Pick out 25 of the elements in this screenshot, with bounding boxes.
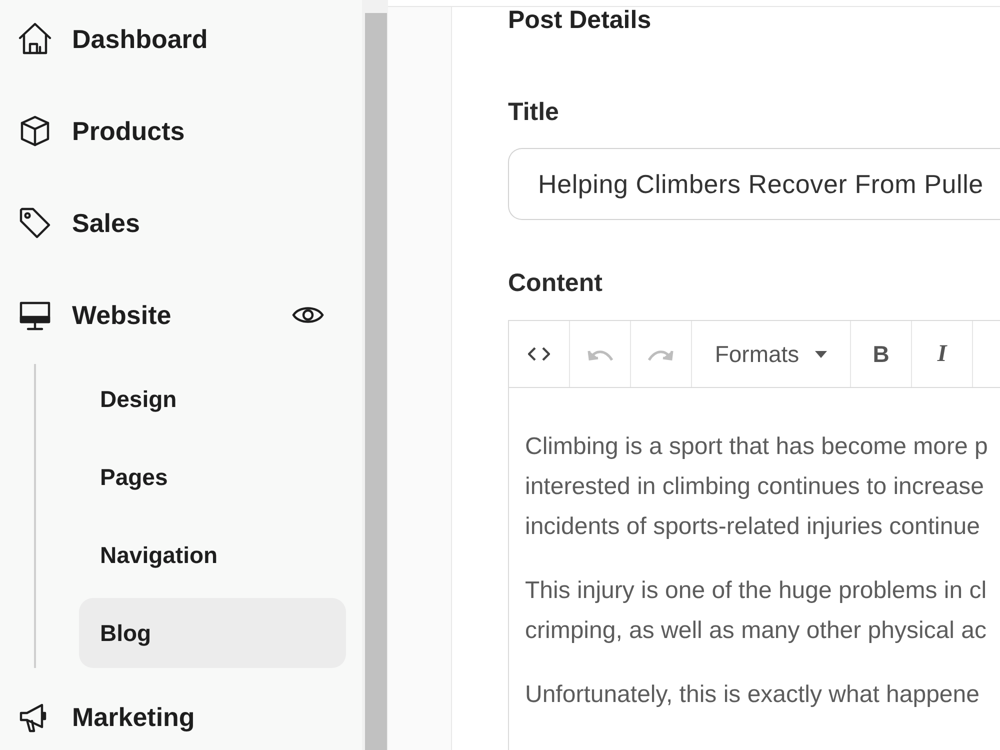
caret-icon — [815, 350, 828, 358]
code-icon — [528, 346, 550, 362]
field-label: Title — [508, 97, 559, 127]
scrollbar-thumb[interactable] — [365, 13, 387, 750]
sidebar-item[interactable]: Products — [18, 106, 185, 156]
home-icon — [18, 22, 52, 56]
tag-icon — [18, 206, 52, 240]
editor-paragraph: This injury is one of the huge problems in cl crimping, as well as many other physical ac — [525, 576, 987, 646]
scrollbar[interactable] — [362, 0, 388, 750]
editor-paragraph: Unfortunately, this is exactly what happene — [525, 680, 980, 710]
field-label: Content — [508, 268, 602, 298]
sidebar-item[interactable]: Sales — [18, 198, 140, 248]
sidebar-subitem[interactable]: Blog — [79, 598, 346, 668]
sidebar-item[interactable]: Dashboard — [18, 14, 208, 64]
sidebar-subitem[interactable]: Pages — [79, 442, 346, 512]
title-field[interactable]: Helping Climbers Recover From Pulle — [508, 148, 1000, 220]
cube-icon — [18, 114, 52, 148]
section-heading: Post Details — [508, 7, 652, 33]
sidebar-item[interactable]: Marketing — [18, 692, 195, 742]
sidebar-subitem[interactable]: Navigation — [79, 520, 346, 590]
sidebar-item[interactable]: Website — [18, 290, 172, 340]
editor-paragraph: Climbing is a sport that has become more p interested in climbing continues to increase incidents of sports-related injuries continue — [525, 432, 988, 542]
eye-icon[interactable] — [292, 304, 324, 326]
rich-text-editor[interactable] — [508, 320, 1000, 750]
sidebar-subitem[interactable]: Design — [79, 364, 346, 434]
